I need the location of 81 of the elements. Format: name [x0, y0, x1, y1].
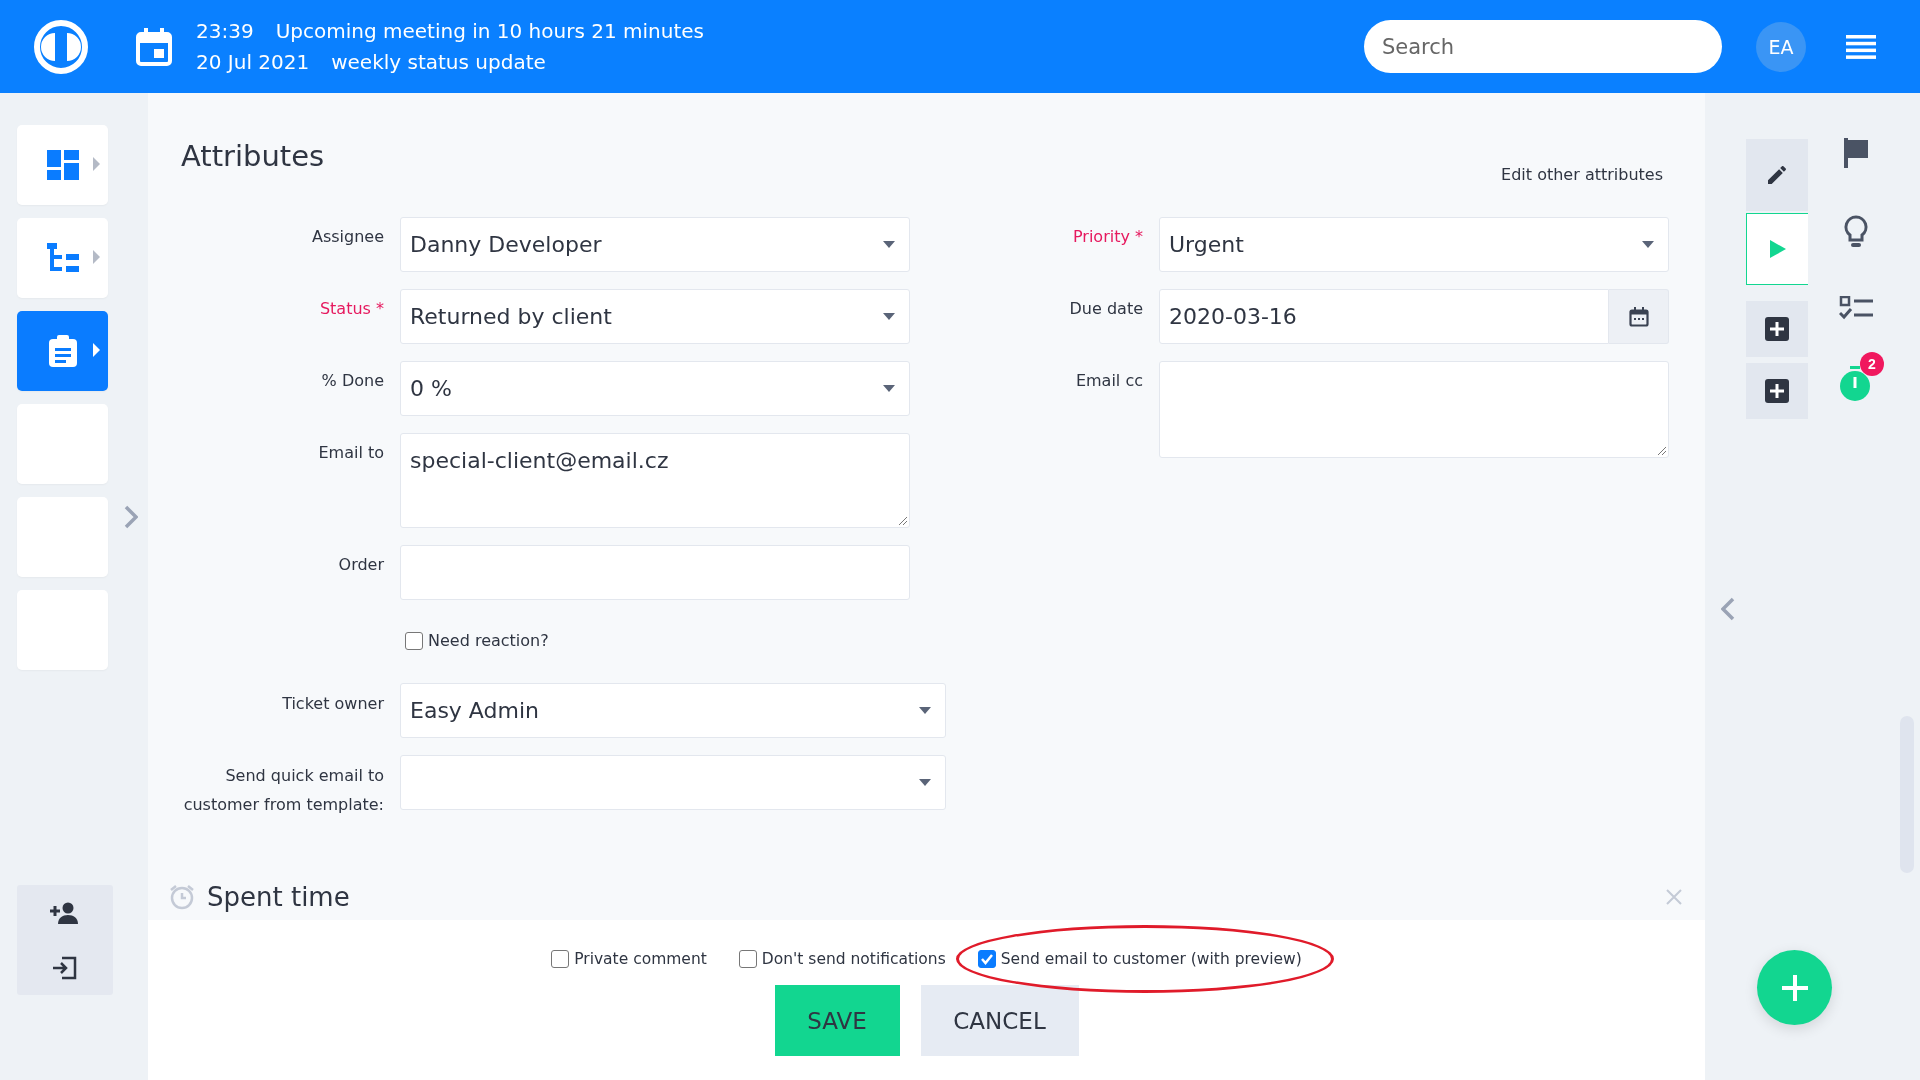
field-label: Send quick email to customer from template: — [182, 765, 384, 816]
checkbox[interactable] — [738, 950, 757, 968]
input-field[interactable] — [400, 545, 910, 600]
flag-button[interactable] — [1842, 138, 1870, 168]
select-field[interactable]: Returned by client — [400, 289, 910, 344]
checklist-button[interactable] — [1839, 296, 1873, 320]
clipboard-icon — [48, 335, 77, 367]
dashboard-icon — [46, 150, 79, 180]
add-user-icon — [50, 901, 80, 924]
checkbox-label: Send email to customer (with preview) — [1000, 950, 1302, 968]
textarea-field[interactable]: special-client@email.cz — [400, 433, 910, 528]
select-field[interactable] — [400, 755, 946, 810]
checkbox-label: Private comment — [574, 950, 707, 968]
field-label: Due date — [1068, 298, 1143, 320]
checkbox[interactable] — [977, 950, 996, 968]
resize-grip-icon[interactable] — [898, 516, 907, 525]
resize-grip-icon[interactable] — [1657, 446, 1666, 455]
select-field[interactable]: Easy Admin — [400, 683, 946, 738]
field-label: Status * — [318, 298, 384, 320]
add-button[interactable] — [1746, 301, 1808, 357]
timer-button[interactable]: 2 — [1826, 352, 1886, 402]
field-label: % Done — [320, 370, 384, 392]
meeting-date: 20 Jul 2021 — [196, 48, 310, 76]
meeting-title: weekly status update — [331, 48, 546, 76]
date-field[interactable]: 2020-03-16 — [1159, 289, 1609, 344]
field-label: Email cc — [1074, 370, 1143, 392]
sidebar-item[interactable] — [17, 311, 108, 391]
field-label: Order — [337, 554, 384, 576]
sign-in-icon — [52, 955, 78, 980]
meeting-time: 23:39 — [196, 17, 254, 45]
calendar-icon[interactable] — [136, 27, 172, 66]
checkbox[interactable] — [551, 950, 570, 968]
caret-icon — [883, 313, 895, 320]
add-button[interactable] — [1746, 363, 1808, 419]
checklist-icon — [1839, 296, 1873, 320]
caret-right-icon — [93, 157, 100, 171]
save-button[interactable]: SAVE — [774, 985, 900, 1056]
caret-icon — [919, 707, 931, 714]
pencil-icon — [1765, 163, 1789, 187]
notification-badge: 2 — [1860, 352, 1884, 376]
checkbox-label: Don't send notifications — [761, 950, 946, 968]
select-field[interactable]: Danny Developer — [400, 217, 910, 272]
menu-icon[interactable] — [1846, 34, 1876, 59]
select-field[interactable]: 0 % — [400, 361, 910, 416]
field-label: Assignee — [310, 226, 384, 248]
caret-right-icon — [93, 343, 100, 357]
checkbox[interactable] — [405, 631, 423, 650]
flag-icon — [1842, 138, 1870, 168]
field-label: Priority * — [1071, 226, 1143, 248]
section-title: Spent time — [207, 882, 350, 912]
field-label: Email to — [317, 442, 384, 464]
field-label: Ticket owner — [281, 693, 384, 715]
caret-icon — [1642, 241, 1654, 248]
meeting-text: Upcoming meeting in 10 hours 21 minutes — [275, 17, 704, 45]
play-icon — [1769, 240, 1786, 258]
search-field[interactable]: Search — [1364, 20, 1722, 73]
plus-icon — [1779, 972, 1810, 1003]
select-field[interactable]: Urgent — [1159, 217, 1669, 272]
bulb-button[interactable] — [1843, 214, 1869, 250]
plus-square-icon — [1765, 379, 1789, 403]
lightbulb-icon — [1843, 214, 1869, 250]
edit-button[interactable] — [1746, 139, 1808, 211]
section-title: Attributes — [181, 139, 325, 173]
caret-icon — [883, 241, 895, 248]
collapse-chevron-icon[interactable] — [1719, 597, 1737, 623]
checkbox-label: Need reaction? — [428, 631, 549, 650]
sidebar-item[interactable] — [17, 218, 108, 298]
cancel-button[interactable]: CANCEL — [920, 985, 1079, 1056]
logo-icon[interactable] — [33, 18, 89, 75]
alarm-clock-icon — [169, 884, 195, 910]
calendar-button[interactable] — [1609, 289, 1669, 344]
caret-icon — [883, 385, 895, 392]
caret-icon — [919, 779, 931, 786]
calendar-icon — [1628, 306, 1649, 327]
edit-attributes-link[interactable]: Edit other attributes — [1501, 165, 1663, 184]
sidebar-item[interactable] — [17, 125, 108, 205]
plus-square-icon — [1765, 317, 1789, 341]
caret-right-icon — [93, 250, 100, 264]
textarea-field[interactable] — [1159, 361, 1669, 458]
tree-icon — [46, 243, 79, 273]
expand-chevron-icon[interactable] — [122, 505, 140, 531]
